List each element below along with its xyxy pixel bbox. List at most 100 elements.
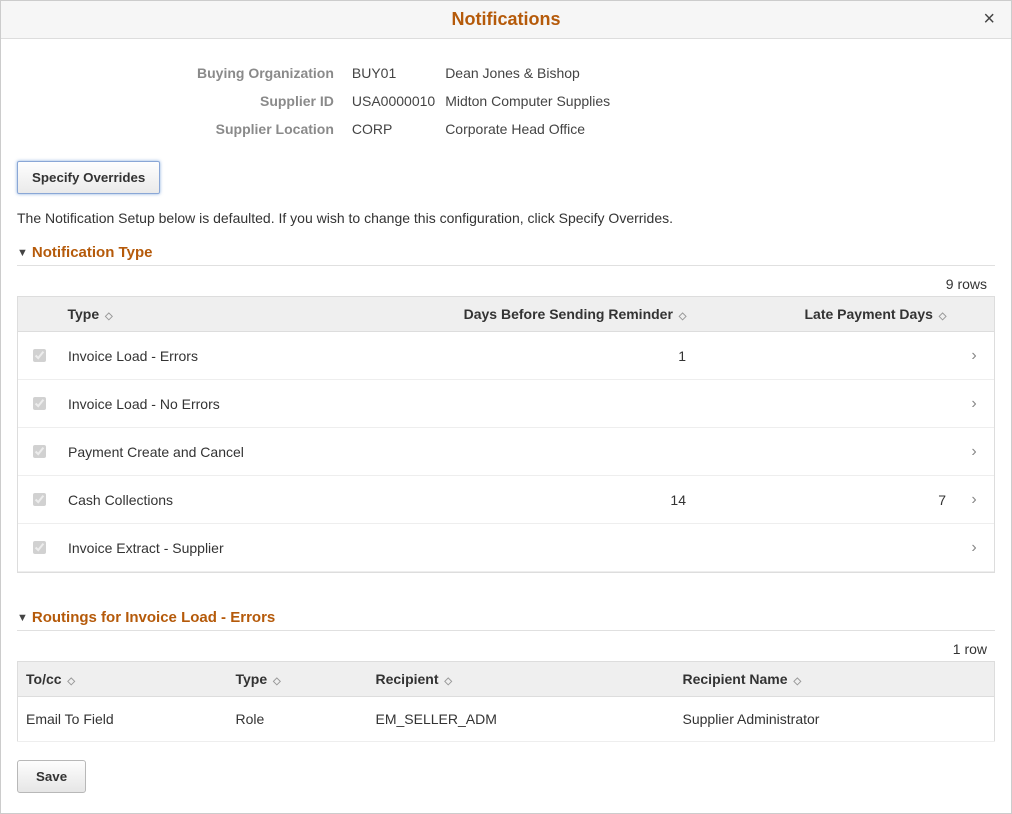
row-type: Role [228,697,368,742]
row-checkbox [33,349,46,362]
row-expand[interactable]: › [954,428,994,476]
col-late[interactable]: Late Payment Days ◇ [695,297,955,332]
row-checkbox [33,445,46,458]
row-expand[interactable]: › [954,524,994,572]
sort-icon: ◇ [444,676,452,687]
col-days-label: Days Before Sending Reminder [464,306,673,322]
chevron-right-icon: › [971,347,976,364]
row-type: Cash Collections [60,476,454,524]
supplier-loc-desc: Corporate Head Office [445,115,610,143]
routings-title: Routings for Invoice Load - Errors [32,609,275,626]
header-info: Buying Organization BUY01 Dean Jones & B… [197,59,610,143]
row-checkbox-cell [18,332,60,380]
notification-rowcount: 9 rows [17,266,995,296]
col-recipient-name-label: Recipient Name [683,671,788,687]
collapse-icon: ▼ [17,612,28,624]
row-days [454,524,694,572]
row-expand[interactable]: › [954,380,994,428]
supplier-id-code: USA0000010 [344,87,445,115]
notification-type-scroll[interactable]: Invoice Load - Errors1›Invoice Load - No… [17,332,995,573]
row-checkbox-cell [18,428,60,476]
col-tocc[interactable]: To/cc ◇ [18,662,228,697]
save-button[interactable]: Save [17,760,86,793]
row-recipient_name: Supplier Administrator [675,697,995,742]
table-row[interactable]: Payment Create and Cancel › [18,428,994,476]
supplier-loc-label: Supplier Location [197,115,344,143]
table-row[interactable]: Invoice Load - Errors1 › [18,332,994,380]
modal-title: Notifications [451,9,560,29]
sort-icon: ◇ [939,311,947,322]
close-button[interactable]: × [977,7,1001,32]
table-row[interactable]: Invoice Load - No Errors › [18,380,994,428]
supplier-loc-row: Supplier Location CORP Corporate Head Of… [197,115,610,143]
row-type: Invoice Load - No Errors [60,380,454,428]
row-checkbox [33,493,46,506]
supplier-id-label: Supplier ID [197,87,344,115]
chevron-right-icon: › [971,539,976,556]
row-checkbox-cell [18,524,60,572]
notification-type-header[interactable]: ▼ Notification Type [17,240,995,266]
col-type[interactable]: Type ◇ [60,297,455,332]
table-row[interactable]: Email To FieldRoleEM_SELLER_ADMSupplier … [18,697,995,742]
row-days: 14 [454,476,694,524]
col-rtype-label: Type [236,671,268,687]
notification-type-table: Invoice Load - Errors1›Invoice Load - No… [18,332,994,572]
buying-org-label: Buying Organization [197,59,344,87]
row-days: 1 [454,332,694,380]
routings-header[interactable]: ▼ Routings for Invoice Load - Errors [17,605,995,631]
row-checkbox-cell [18,380,60,428]
row-type: Invoice Load - Errors [60,332,454,380]
col-check [18,297,60,332]
row-days [454,380,694,428]
modal-header: Notifications × [1,1,1011,39]
sort-icon: ◇ [273,676,281,687]
buying-org-code: BUY01 [344,59,445,87]
row-late: 7 [694,476,954,524]
routings-table: To/cc ◇ Type ◇ Recipient ◇ Recipient Nam… [17,661,995,742]
chevron-right-icon: › [971,395,976,412]
routings-rowcount: 1 row [17,631,995,661]
row-late [694,332,954,380]
row-recipient: EM_SELLER_ADM [368,697,675,742]
row-type: Payment Create and Cancel [60,428,454,476]
helper-text: The Notification Setup below is defaulte… [17,210,995,226]
col-expand [955,297,995,332]
row-expand[interactable]: › [954,476,994,524]
supplier-loc-code: CORP [344,115,445,143]
chevron-right-icon: › [971,443,976,460]
close-icon: × [983,8,995,30]
row-days [454,428,694,476]
col-type-label: Type [68,306,100,322]
row-type: Invoice Extract - Supplier [60,524,454,572]
specify-overrides-button[interactable]: Specify Overrides [17,161,160,194]
notifications-modal: Notifications × Buying Organization BUY0… [0,0,1012,814]
supplier-id-row: Supplier ID USA0000010 Midton Computer S… [197,87,610,115]
row-tocc: Email To Field [18,697,228,742]
sort-icon: ◇ [67,676,75,687]
modal-body: Buying Organization BUY01 Dean Jones & B… [1,39,1011,813]
buying-org-row: Buying Organization BUY01 Dean Jones & B… [197,59,610,87]
col-late-label: Late Payment Days [805,306,933,322]
buying-org-desc: Dean Jones & Bishop [445,59,610,87]
row-expand[interactable]: › [954,332,994,380]
sort-icon: ◇ [679,311,687,322]
row-late [694,428,954,476]
row-checkbox [33,541,46,554]
row-checkbox [33,397,46,410]
collapse-icon: ▼ [17,247,28,259]
table-row[interactable]: Invoice Extract - Supplier › [18,524,994,572]
sort-icon: ◇ [793,676,801,687]
row-checkbox-cell [18,476,60,524]
row-late [694,380,954,428]
table-row[interactable]: Cash Collections147 › [18,476,994,524]
notification-type-title: Notification Type [32,244,153,261]
chevron-right-icon: › [971,491,976,508]
sort-icon: ◇ [105,311,113,322]
col-tocc-label: To/cc [26,671,62,687]
col-recipient-name[interactable]: Recipient Name ◇ [675,662,995,697]
col-recipient[interactable]: Recipient ◇ [368,662,675,697]
col-rtype[interactable]: Type ◇ [228,662,368,697]
row-late [694,524,954,572]
col-recipient-label: Recipient [376,671,439,687]
col-days[interactable]: Days Before Sending Reminder ◇ [455,297,695,332]
